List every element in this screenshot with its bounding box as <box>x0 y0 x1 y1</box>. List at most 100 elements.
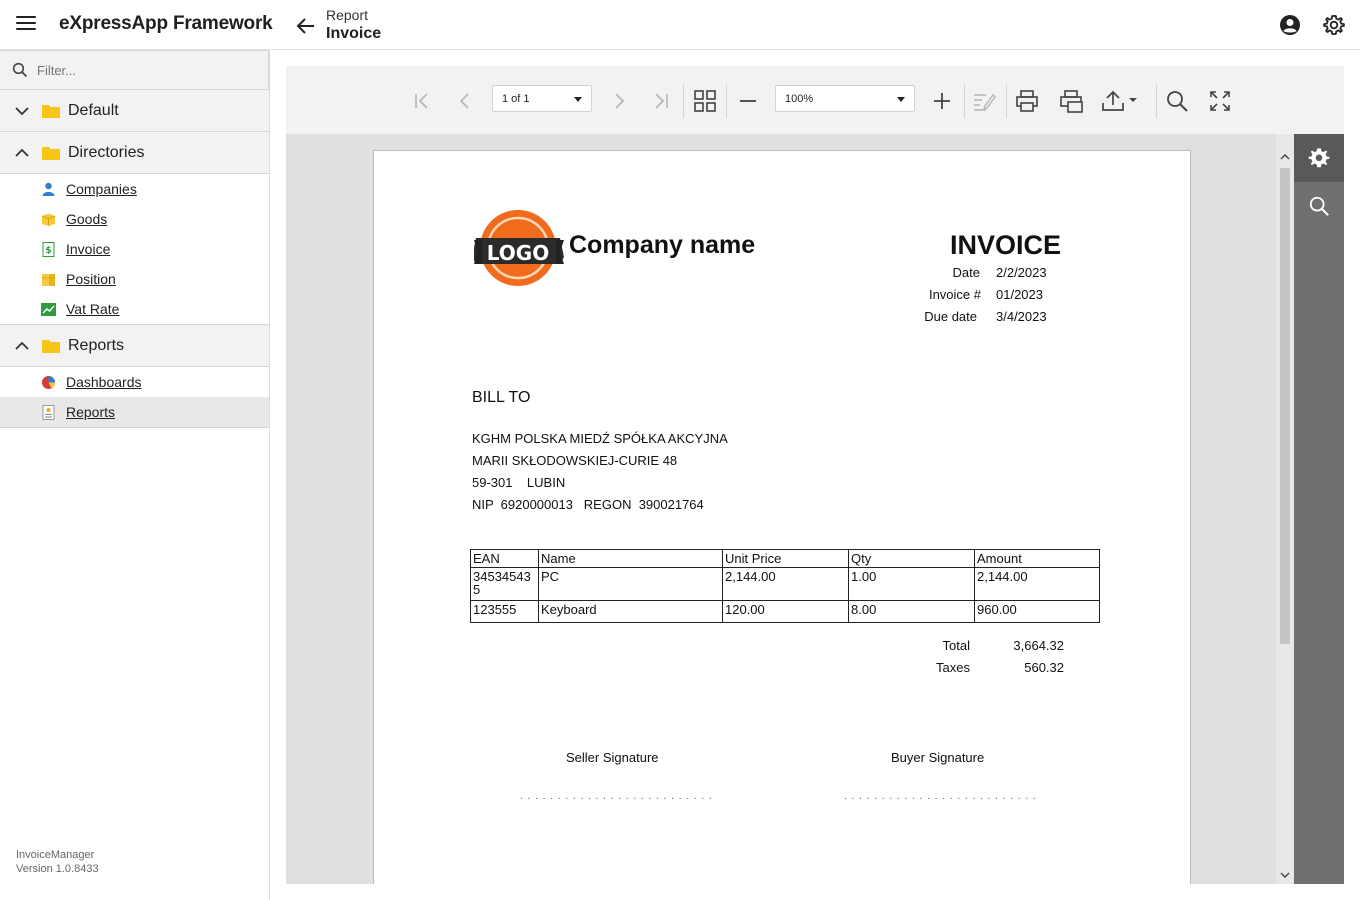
bill-to-heading: BILL TO <box>472 389 531 406</box>
navigation-sidebar: Default Directories Companies Goods $ In… <box>0 50 270 900</box>
invoice-icon: $ <box>42 241 55 257</box>
app-title: eXpressApp Framework <box>59 13 273 34</box>
table-row: 123555 Keyboard 120.00 8.00 960.00 <box>470 600 1100 623</box>
menu-icon[interactable] <box>16 16 36 32</box>
first-page-button[interactable] <box>409 88 435 114</box>
printer-icon <box>1016 90 1038 112</box>
search-panel-tab[interactable] <box>1294 182 1344 230</box>
nav-group-reports[interactable]: Reports <box>0 325 269 367</box>
buyer-signature-label: Buyer Signature <box>891 750 985 765</box>
nav-group-default[interactable]: Default <box>0 90 269 132</box>
report-viewer: 1 of 1 100% LOGO Company name INVOICE Da… <box>286 66 1344 884</box>
report-icon <box>42 404 55 420</box>
parameters-tab[interactable] <box>1294 134 1344 182</box>
zoom-selector-value: 100% <box>785 93 814 105</box>
sidebar-item-invoice[interactable]: $ Invoice <box>0 234 269 264</box>
search-icon <box>1167 91 1188 112</box>
bill-to-line: MARII SKŁODOWSKIEJ-CURIE 48 <box>472 453 678 468</box>
sidebar-item-dashboards[interactable]: Dashboards <box>0 367 269 397</box>
buyer-signature-line: . . . . . . . . . . . . . . . . . . . . … <box>844 791 1037 802</box>
scrollbar-thumb[interactable] <box>1280 168 1290 644</box>
account-icon[interactable] <box>1278 13 1302 37</box>
gear-icon <box>1308 148 1330 168</box>
app-name: InvoiceManager <box>16 849 95 861</box>
document-preview-area[interactable]: LOGO Company name INVOICE Date 2/2/2023 … <box>286 134 1276 884</box>
scroll-up-icon[interactable] <box>1280 152 1290 162</box>
sidebar-item-position[interactable]: Position <box>0 264 269 294</box>
last-page-button[interactable] <box>648 88 674 114</box>
edit-fields-icon <box>974 93 996 111</box>
app-header: eXpressApp Framework Report Invoice <box>0 0 1360 50</box>
invoice-number-value: 01/2023 <box>996 287 1043 302</box>
invoice-title: INVOICE <box>950 230 1062 260</box>
fullscreen-icon <box>1210 91 1230 111</box>
back-arrow-icon[interactable] <box>294 14 318 38</box>
chevron-up-icon <box>15 148 29 157</box>
chevron-right-icon <box>615 93 625 109</box>
bill-to-line: 59-301 LUBIN <box>472 475 566 490</box>
toolbar-separator <box>964 84 965 118</box>
next-page-button[interactable] <box>606 88 632 114</box>
fullscreen-button[interactable] <box>1207 88 1233 114</box>
page-selector[interactable]: 1 of 1 <box>492 85 592 112</box>
multipage-button[interactable] <box>692 88 718 114</box>
column-header: Qty <box>848 549 975 568</box>
nav-group-label: Default <box>68 101 119 119</box>
chevron-down-icon <box>15 106 29 115</box>
search-icon <box>12 62 28 78</box>
caret-down-icon <box>897 97 905 102</box>
zoom-in-button[interactable] <box>929 88 955 114</box>
nav-group-directories[interactable]: Directories <box>0 132 269 174</box>
filter-input[interactable] <box>37 62 237 78</box>
page-title: Invoice <box>326 25 382 42</box>
search-button[interactable] <box>1164 88 1190 114</box>
qty-cell: 1.00 <box>848 567 975 601</box>
ean-cell: 34534543 5 <box>470 567 539 601</box>
total-value: 3,664.32 <box>1013 638 1064 653</box>
column-header: Name <box>538 549 723 568</box>
search-icon <box>1309 196 1329 216</box>
unit-price-cell: 120.00 <box>722 600 849 623</box>
export-button[interactable] <box>1101 88 1141 114</box>
invoice-number-label: Invoice # <box>928 287 981 302</box>
taxes-value: 560.32 <box>1024 660 1064 675</box>
box-icon <box>41 213 56 226</box>
sidebar-item-goods[interactable]: Goods <box>0 204 269 234</box>
vertical-scrollbar[interactable] <box>1276 134 1294 884</box>
previous-page-button[interactable] <box>452 88 478 114</box>
folder-icon <box>42 104 60 118</box>
seller-signature-label: Seller Signature <box>566 750 659 765</box>
nav-group-label: Directories <box>68 143 145 161</box>
due-date-label: Due date <box>924 309 977 324</box>
print-page-button[interactable] <box>1058 88 1084 114</box>
viewer-toolbar: 1 of 1 100% <box>286 66 1344 134</box>
breadcrumb-parent: Report <box>326 7 369 23</box>
chevron-up-icon <box>15 341 29 350</box>
company-name: Company name <box>569 231 756 259</box>
sidebar-item-vat-rate[interactable]: Vat Rate <box>0 294 269 324</box>
scroll-down-icon[interactable] <box>1280 870 1290 880</box>
sidebar-item-reports[interactable]: Reports <box>0 397 269 427</box>
zoom-out-button[interactable] <box>735 88 761 114</box>
folder-icon <box>42 146 60 160</box>
plus-icon <box>934 93 950 109</box>
taxes-label: Taxes <box>936 660 970 675</box>
qty-cell: 8.00 <box>848 600 975 623</box>
editing-fields-button[interactable] <box>971 88 997 114</box>
ean-text: 34534543 <box>473 569 531 584</box>
sidebar-item-label: Goods <box>66 211 108 227</box>
settings-gear-icon[interactable] <box>1322 13 1346 37</box>
column-header: EAN <box>470 549 539 568</box>
report-page: LOGO Company name INVOICE Date 2/2/2023 … <box>373 150 1191 884</box>
svg-text:$: $ <box>45 246 51 256</box>
zoom-selector[interactable]: 100% <box>775 85 915 112</box>
column-header: Unit Price <box>722 549 849 568</box>
page-selector-value: 1 of 1 <box>502 93 530 105</box>
sidebar-item-companies[interactable]: Companies <box>0 174 269 204</box>
unit-price-cell: 2,144.00 <box>722 567 849 601</box>
sidebar-item-label: Companies <box>66 181 137 197</box>
amount-cell: 960.00 <box>974 600 1100 623</box>
date-label: Date <box>952 265 980 280</box>
print-button[interactable] <box>1014 88 1040 114</box>
ean-cell: 123555 <box>470 600 539 623</box>
